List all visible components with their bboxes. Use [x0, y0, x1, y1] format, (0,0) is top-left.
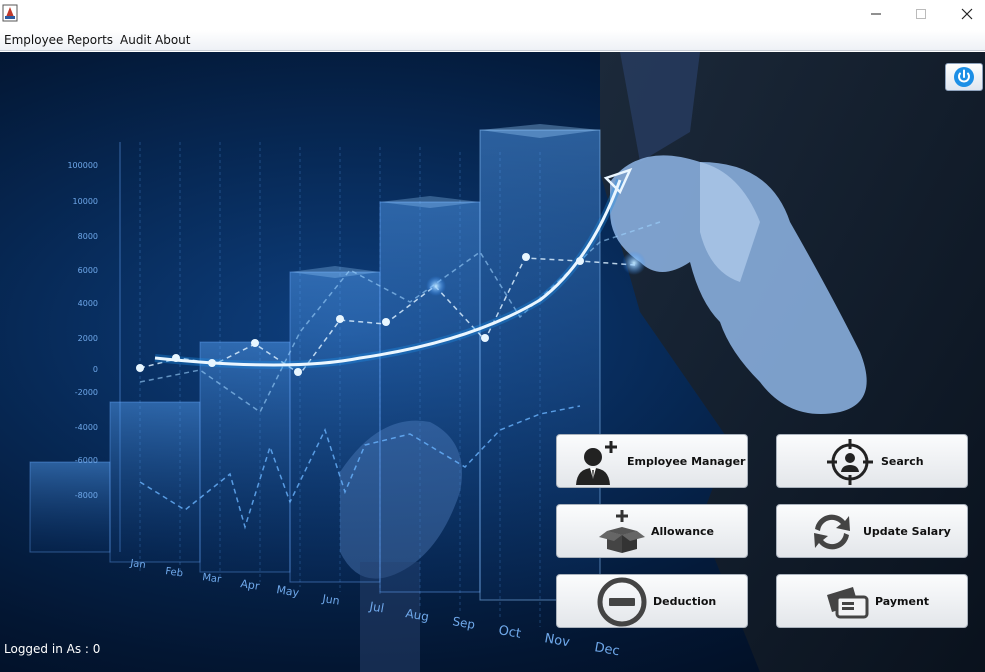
payment-label: Payment — [875, 595, 930, 608]
dashboard-panel: 100000 10000 8000 6000 4000 2000 0 -2000… — [0, 52, 985, 672]
month-label: Nov — [543, 631, 571, 650]
update-salary-button[interactable]: Update Salary — [776, 504, 968, 558]
search-button[interactable]: Search — [776, 434, 968, 488]
y-tick: 6000 — [78, 266, 98, 275]
menu-bar: Employee Reports Audit About — [0, 30, 985, 51]
y-tick: 2000 — [78, 334, 98, 343]
close-icon — [961, 8, 973, 20]
allowance-box-icon — [599, 510, 645, 553]
month-label: Jan — [129, 558, 147, 571]
month-label: Apr — [240, 577, 261, 593]
close-button[interactable] — [944, 0, 985, 28]
month-label: Feb — [165, 566, 184, 579]
minus-circle-icon — [597, 577, 647, 627]
power-icon — [954, 67, 974, 87]
credit-card-icon — [827, 587, 869, 619]
power-button[interactable] — [945, 63, 983, 91]
y-tick: -4000 — [75, 423, 98, 432]
menu-employee[interactable]: Employee — [4, 33, 63, 47]
minimize-icon — [871, 13, 881, 15]
logged-in-status: Logged in As : 0 — [4, 642, 101, 656]
menu-reports[interactable]: Reports — [67, 33, 113, 47]
y-axis-ticks: 100000 10000 8000 6000 4000 2000 0 -2000… — [67, 161, 98, 500]
y-tick: 100000 — [67, 161, 98, 170]
allowance-button[interactable]: Allowance — [556, 504, 748, 558]
employee-manager-label: Employee Manager — [627, 455, 746, 468]
month-label: Sep — [451, 614, 476, 632]
title-bar — [0, 0, 985, 30]
month-label: Jul — [367, 599, 385, 615]
search-label: Search — [881, 455, 924, 468]
minimize-button[interactable] — [853, 0, 899, 28]
deduction-button[interactable]: Deduction — [556, 574, 748, 628]
deduction-label: Deduction — [653, 595, 717, 608]
add-employee-icon — [576, 441, 617, 485]
maximize-icon — [916, 9, 926, 19]
java-app-icon — [2, 4, 18, 22]
maximize-button[interactable] — [898, 0, 944, 28]
month-label: Oct — [497, 623, 522, 642]
payment-button[interactable]: Payment — [776, 574, 968, 628]
month-label: Jun — [321, 592, 341, 608]
search-target-icon — [827, 439, 873, 485]
y-tick: 10000 — [73, 197, 98, 206]
month-label: May — [276, 583, 301, 599]
menu-audit[interactable]: Audit — [120, 33, 151, 47]
menu-about[interactable]: About — [155, 33, 190, 47]
refresh-icon — [814, 514, 850, 550]
employee-manager-button[interactable]: Employee Manager — [556, 434, 748, 488]
y-tick: -8000 — [75, 491, 98, 500]
y-tick: 0 — [93, 365, 98, 374]
allowance-label: Allowance — [651, 525, 715, 538]
y-tick: -6000 — [75, 456, 98, 465]
y-tick: -2000 — [75, 388, 98, 397]
y-tick: 4000 — [78, 299, 98, 308]
update-salary-label: Update Salary — [863, 525, 951, 538]
month-label: Dec — [593, 640, 620, 659]
month-label: Mar — [202, 572, 223, 586]
y-tick: 8000 — [78, 232, 98, 241]
